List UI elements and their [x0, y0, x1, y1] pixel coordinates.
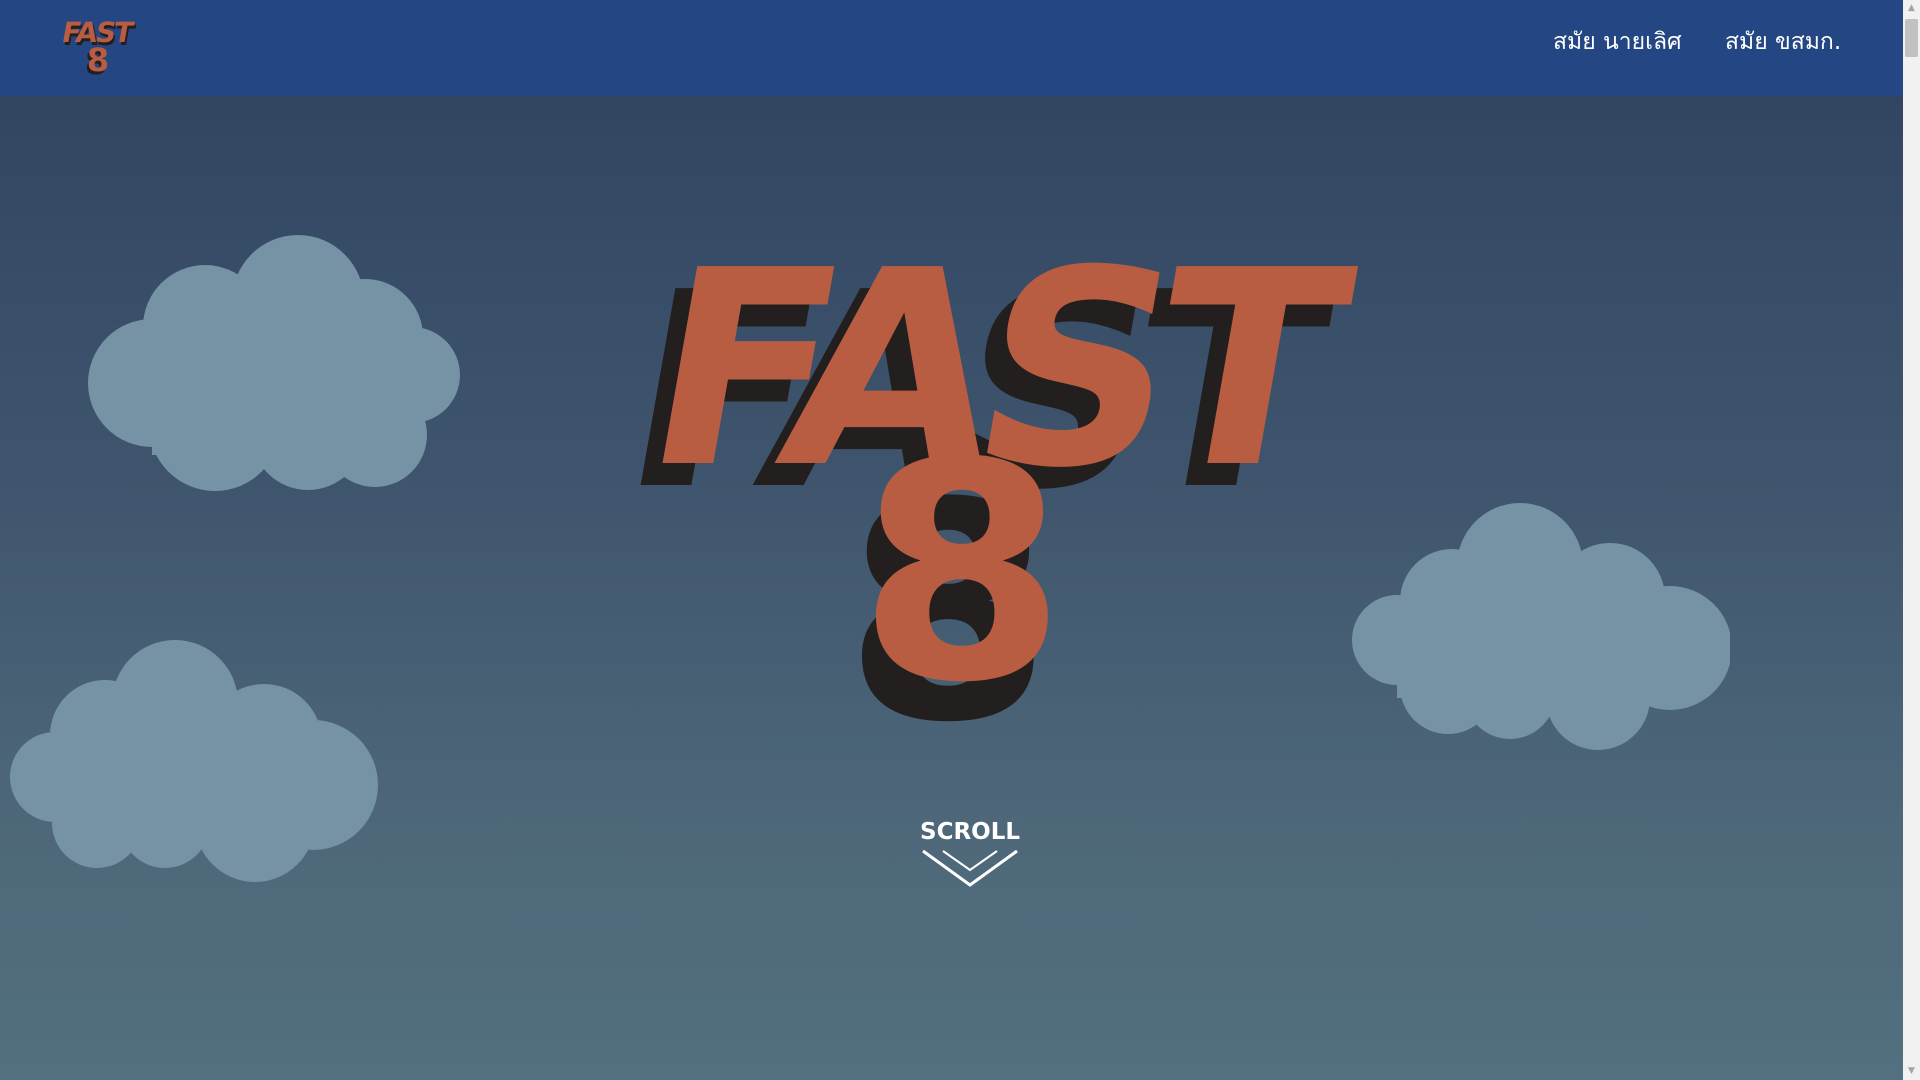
- triangle-down-icon[interactable]: ▼: [1903, 1063, 1920, 1080]
- svg-text:8: 8: [87, 41, 109, 76]
- page: FAST FAST 8 8 SCROLL FAST FAST 8 8 สมัย: [0, 0, 1920, 1080]
- scrollbar-thumb[interactable]: [1905, 19, 1918, 57]
- title-line2: 8: [858, 399, 1067, 735]
- top-navbar: FAST FAST 8 8 สมัย นายเลิศ สมัย ขสมก.: [0, 0, 1903, 96]
- scroll-indicator[interactable]: SCROLL: [920, 818, 1020, 908]
- cloud-image: [10, 640, 378, 882]
- hero-section: FAST FAST 8 8 SCROLL: [0, 0, 1903, 1080]
- fast-8-title-logo: FAST FAST 8 8: [604, 215, 1370, 735]
- triangle-up-icon[interactable]: ▲: [1903, 0, 1920, 17]
- nav-link-era-2[interactable]: สมัย ขสมก.: [1725, 24, 1841, 60]
- nav-link-era-1[interactable]: สมัย นายเลิศ: [1553, 24, 1682, 60]
- fast-8-logo[interactable]: FAST FAST 8 8: [44, 14, 148, 76]
- vertical-scrollbar[interactable]: ▲ ▼: [1903, 0, 1920, 1080]
- cloud-image: [88, 235, 460, 491]
- chevron-down-icon: [922, 849, 1018, 887]
- scroll-label: SCROLL: [920, 819, 1021, 845]
